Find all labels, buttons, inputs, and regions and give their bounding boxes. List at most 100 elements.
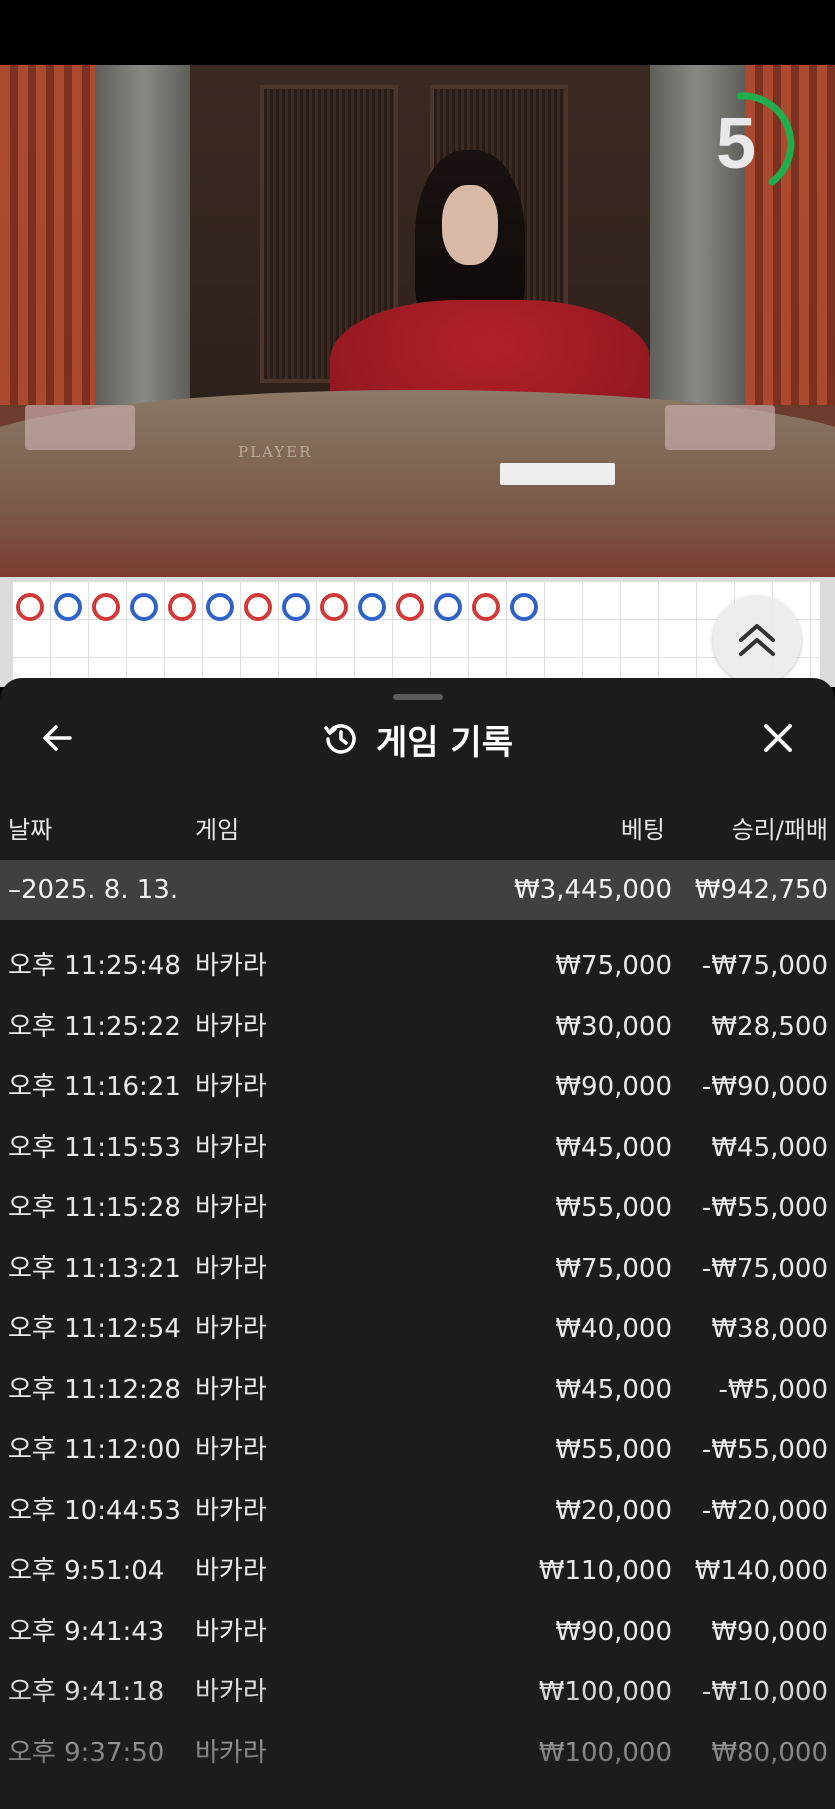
bead-banker bbox=[320, 593, 348, 621]
table-label-player: PLAYER bbox=[238, 443, 313, 461]
history-row[interactable]: 오후 11:16:21 바카라 ₩90,000 -₩90,000 bbox=[0, 1057, 835, 1117]
row-game: 바카라 bbox=[195, 1677, 267, 1707]
row-bet: ₩55,000 bbox=[555, 1193, 672, 1223]
row-time: 오후 9:41:18 bbox=[8, 1677, 165, 1707]
column-header-game: 게임 bbox=[195, 816, 240, 844]
row-result: ₩28,500 bbox=[711, 1011, 828, 1042]
column-header-date: 날짜 bbox=[8, 816, 53, 844]
row-time: 오후 9:41:43 bbox=[8, 1616, 165, 1647]
row-game: 바카라 bbox=[195, 1314, 267, 1344]
bead-player bbox=[282, 593, 310, 621]
row-result: -₩20,000 bbox=[701, 1495, 828, 1526]
row-result: -₩90,000 bbox=[701, 1072, 828, 1102]
history-row[interactable]: 오후 11:12:28 바카라 ₩45,000 -₩5,000 bbox=[0, 1360, 835, 1420]
bead-player bbox=[358, 593, 386, 621]
row-result: ₩90,000 bbox=[711, 1616, 828, 1647]
row-result: -₩75,000 bbox=[701, 951, 828, 981]
bead-player bbox=[54, 593, 82, 621]
history-row[interactable]: 오후 11:15:28 바카라 ₩55,000 -₩55,000 bbox=[0, 1178, 835, 1238]
row-time: 오후 11:12:54 bbox=[8, 1314, 181, 1344]
row-bet: ₩100,000 bbox=[538, 1737, 672, 1768]
row-result: -₩75,000 bbox=[701, 1253, 828, 1284]
history-row[interactable]: 오후 10:44:53 바카라 ₩20,000 -₩20,000 bbox=[0, 1481, 835, 1541]
history-row[interactable]: 오후 11:12:54 바카라 ₩40,000 ₩38,000 bbox=[0, 1299, 835, 1359]
row-bet: ₩45,000 bbox=[555, 1374, 672, 1405]
row-bet: ₩55,000 bbox=[555, 1435, 672, 1465]
row-result: -₩5,000 bbox=[718, 1374, 828, 1405]
status-bar bbox=[0, 0, 835, 65]
row-time: 오후 9:37:50 bbox=[8, 1737, 165, 1768]
row-time: 오후 11:15:53 bbox=[8, 1132, 181, 1163]
bead-banker bbox=[472, 593, 500, 621]
history-clock-icon bbox=[324, 724, 356, 754]
row-time: 오후 11:15:28 bbox=[8, 1193, 181, 1223]
row-bet: ₩45,000 bbox=[555, 1132, 672, 1163]
row-result: ₩45,000 bbox=[711, 1132, 828, 1163]
row-result: ₩140,000 bbox=[694, 1556, 828, 1586]
history-row[interactable]: 오후 9:41:18 바카라 ₩100,000 -₩10,000 bbox=[0, 1662, 835, 1722]
row-result: ₩38,000 bbox=[711, 1314, 828, 1344]
row-game: 바카라 bbox=[195, 1737, 267, 1768]
row-bet: ₩100,000 bbox=[538, 1677, 672, 1707]
row-game: 바카라 bbox=[195, 1072, 267, 1102]
history-row[interactable]: 오후 11:13:21 바카라 ₩75,000 -₩75,000 bbox=[0, 1239, 835, 1299]
row-game: 바카라 bbox=[195, 1193, 267, 1223]
date-group-row[interactable]: –2025. 8. 13. ₩3,445,000 ₩942,750 bbox=[0, 860, 835, 920]
column-header-bet: 베팅 bbox=[620, 816, 665, 844]
bead-banker bbox=[244, 593, 272, 621]
history-row[interactable]: 오후 9:37:50 바카라 ₩100,000 ₩80,000 bbox=[0, 1723, 835, 1783]
countdown-timer: 5 bbox=[715, 104, 757, 184]
panel-title: 게임 기록 bbox=[376, 722, 513, 763]
row-game: 바카라 bbox=[195, 1374, 267, 1405]
row-result: -₩10,000 bbox=[701, 1677, 828, 1707]
history-row[interactable]: 오후 9:51:04 바카라 ₩110,000 ₩140,000 bbox=[0, 1541, 835, 1601]
bead-road-scoreboard[interactable] bbox=[0, 577, 835, 691]
row-result: -₩55,000 bbox=[701, 1193, 828, 1223]
row-bet: ₩90,000 bbox=[555, 1616, 672, 1647]
row-game: 바카라 bbox=[195, 1435, 267, 1465]
row-time: 오후 11:16:21 bbox=[8, 1072, 181, 1102]
bead-player bbox=[130, 593, 158, 621]
expand-roadmap-button[interactable] bbox=[713, 596, 801, 684]
decor-pillar-left bbox=[95, 65, 190, 405]
row-bet: ₩20,000 bbox=[555, 1495, 672, 1526]
card-shoe bbox=[665, 405, 775, 450]
row-game: 바카라 bbox=[195, 1132, 267, 1163]
row-time: 오후 11:13:21 bbox=[8, 1253, 181, 1284]
decor-screen-left bbox=[0, 65, 95, 405]
close-x-icon bbox=[764, 724, 792, 752]
date-group-label: –2025. 8. 13. bbox=[8, 875, 179, 905]
row-bet: ₩75,000 bbox=[555, 951, 672, 981]
row-time: 오후 11:25:48 bbox=[8, 951, 181, 981]
history-row[interactable]: 오후 11:12:00 바카라 ₩55,000 -₩55,000 bbox=[0, 1420, 835, 1480]
row-time: 오후 11:25:22 bbox=[8, 1011, 181, 1042]
bead-banker bbox=[92, 593, 120, 621]
dealer-face bbox=[442, 185, 498, 265]
row-time: 오후 9:51:04 bbox=[8, 1556, 165, 1586]
double-chevron-up-icon bbox=[739, 624, 775, 656]
row-game: 바카라 bbox=[195, 1495, 267, 1526]
row-time: 오후 11:12:00 bbox=[8, 1435, 181, 1465]
bead-player bbox=[434, 593, 462, 621]
history-row[interactable]: 오후 11:15:53 바카라 ₩45,000 ₩45,000 bbox=[0, 1118, 835, 1178]
row-game: 바카라 bbox=[195, 1556, 267, 1586]
row-result: -₩55,000 bbox=[701, 1435, 828, 1465]
row-bet: ₩30,000 bbox=[555, 1011, 672, 1042]
history-row[interactable]: 오후 9:41:43 바카라 ₩90,000 ₩90,000 bbox=[0, 1602, 835, 1662]
close-button[interactable] bbox=[758, 718, 798, 758]
drag-handle[interactable] bbox=[393, 694, 443, 700]
row-game: 바카라 bbox=[195, 1616, 267, 1647]
playing-cards bbox=[500, 463, 615, 485]
history-row[interactable]: 오후 11:25:22 바카라 ₩30,000 ₩28,500 bbox=[0, 997, 835, 1057]
column-header-result: 승리/패배 bbox=[731, 816, 828, 844]
row-result: ₩80,000 bbox=[711, 1737, 828, 1768]
history-row[interactable]: 오후 11:25:48 바카라 ₩75,000 -₩75,000 bbox=[0, 936, 835, 996]
row-bet: ₩90,000 bbox=[555, 1072, 672, 1102]
bead-banker bbox=[396, 593, 424, 621]
panel-header: 게임 기록 bbox=[0, 716, 835, 763]
row-game: 바카라 bbox=[195, 1253, 267, 1284]
row-time: 오후 11:12:28 bbox=[8, 1374, 181, 1405]
bead-banker bbox=[16, 593, 44, 621]
row-bet: ₩110,000 bbox=[538, 1556, 672, 1586]
row-bet: ₩75,000 bbox=[555, 1253, 672, 1284]
